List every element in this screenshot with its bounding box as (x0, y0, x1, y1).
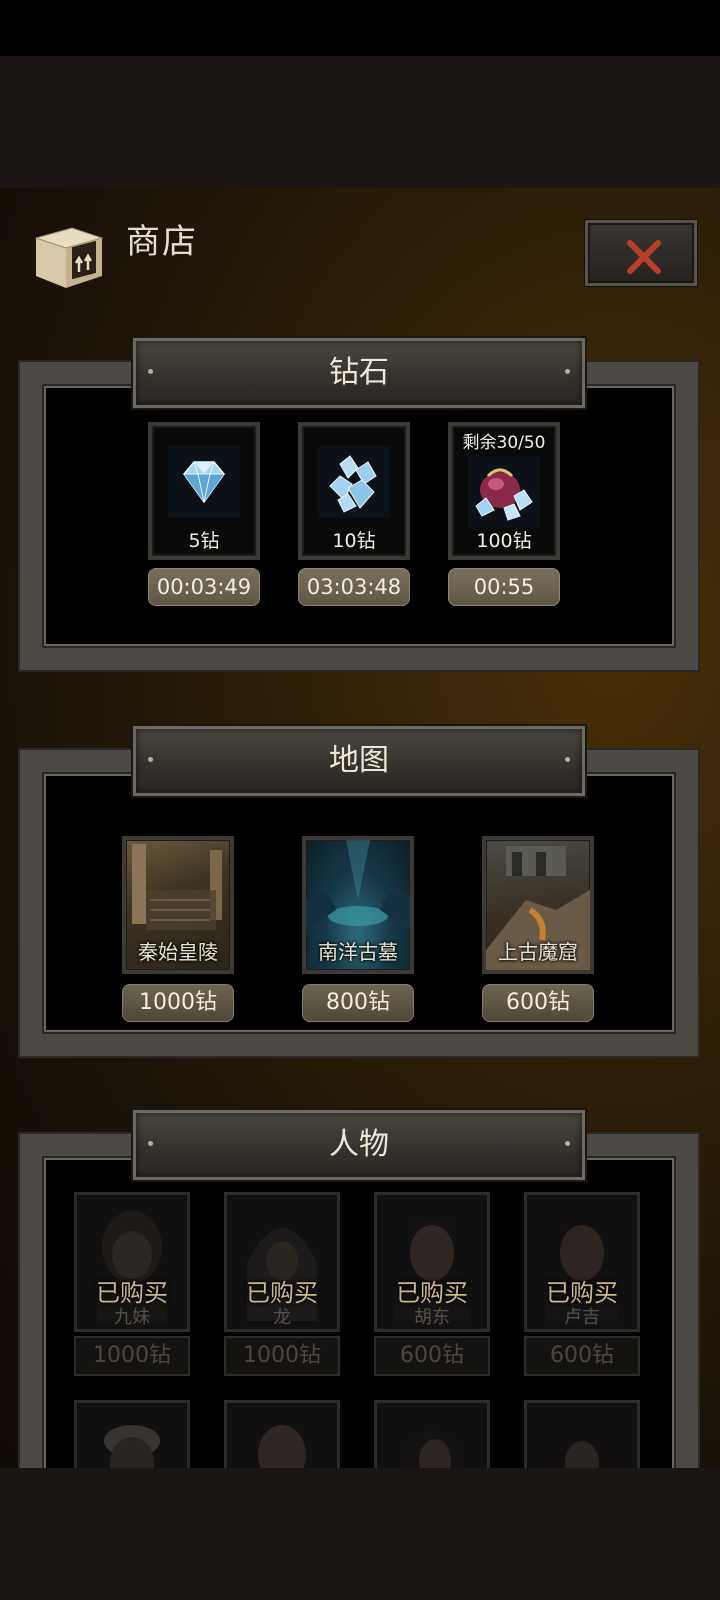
map-section-title: 地图 (133, 726, 585, 796)
character-name: 卢吉 (564, 1307, 600, 1328)
map-name: 南洋古墓 (318, 940, 398, 964)
character-card[interactable]: 已购买 九妹 (74, 1192, 190, 1332)
map-section-label: 地图 (329, 743, 389, 778)
character-price: 1000钻 (74, 1336, 190, 1376)
close-button[interactable] (585, 220, 697, 286)
diamond-item-label: 100钻 (476, 530, 532, 552)
diamond-item-label: 5钻 (188, 530, 220, 552)
map-price[interactable]: 800钻 (302, 984, 414, 1022)
diamond-section-label: 钻石 (329, 355, 389, 390)
top-letterbox (0, 56, 720, 188)
character-portrait (549, 1431, 615, 1468)
character-portrait (258, 1425, 306, 1468)
character-card[interactable]: 已购买 龙 (224, 1192, 340, 1332)
character-name: 胡东 (414, 1307, 450, 1328)
character-card[interactable]: 已购买 胡东 (374, 1192, 490, 1332)
diamond-timer: 03:03:48 (298, 568, 410, 606)
diamond-timer: 00:03:49 (148, 568, 260, 606)
character-card[interactable] (74, 1400, 190, 1468)
map-name: 上古魔窟 (498, 940, 578, 964)
diamond-item-label: 10钻 (332, 530, 376, 552)
map-card[interactable]: 南洋古墓 (302, 836, 414, 974)
character-section-label: 人物 (329, 1127, 389, 1162)
map-price[interactable]: 1000钻 (122, 984, 234, 1022)
character-portrait (104, 1425, 160, 1468)
bottom-letterbox (0, 1468, 720, 1600)
character-card[interactable] (374, 1400, 490, 1468)
character-name: 九妹 (114, 1307, 150, 1328)
remaining-count: 剩余30/50 (462, 433, 546, 453)
character-card[interactable] (224, 1400, 340, 1468)
character-price: 1000钻 (224, 1336, 340, 1376)
diamond-section-title: 钻石 (133, 338, 585, 408)
map-price[interactable]: 600钻 (482, 984, 594, 1022)
box-icon (34, 227, 104, 288)
diamond-item-10[interactable]: 10钻 (298, 422, 410, 560)
map-card[interactable]: 秦始皇陵 (122, 836, 234, 974)
close-x-icon (627, 240, 661, 274)
character-card[interactable] (524, 1400, 640, 1468)
diamond-pile-icon (318, 446, 390, 518)
diamond-item-5[interactable]: 5钻 (148, 422, 260, 560)
character-portrait (401, 1431, 463, 1468)
page-title: 商店 (126, 222, 198, 262)
diamond-item-100[interactable]: 剩余30/50 100钻 (448, 422, 560, 560)
character-price: 600钻 (374, 1336, 490, 1376)
status-bar (0, 0, 720, 56)
character-price: 600钻 (524, 1336, 640, 1376)
single-diamond-icon (168, 446, 240, 518)
character-card[interactable]: 已购买 卢吉 (524, 1192, 640, 1332)
diamond-timer: 00:55 (448, 568, 560, 606)
map-card[interactable]: 上古魔窟 (482, 836, 594, 974)
shop-screen: 商店 钻石 5钻 00:03:49 10钻 03:03:48 剩余30/50 1… (0, 188, 720, 1468)
map-name: 秦始皇陵 (138, 940, 218, 964)
character-name: 龙 (273, 1307, 291, 1328)
character-section-title: 人物 (133, 1110, 585, 1180)
diamond-bag-icon (468, 456, 540, 528)
